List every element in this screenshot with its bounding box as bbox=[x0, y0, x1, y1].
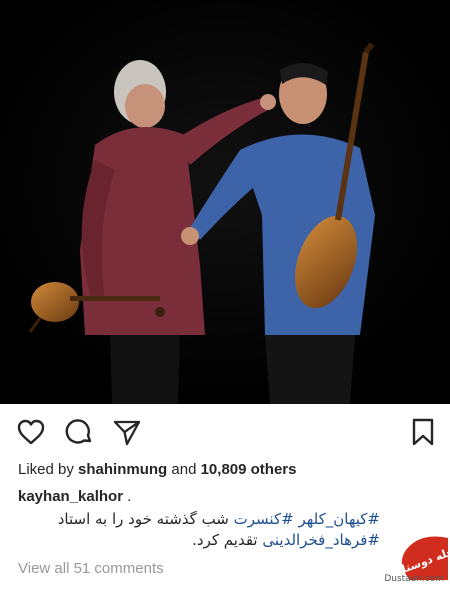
heart-icon[interactable] bbox=[16, 417, 46, 447]
view-comments-link[interactable]: View all 51 comments bbox=[18, 560, 164, 577]
caption-text-1: شب گذشته خود را به استاد bbox=[57, 510, 229, 528]
post-photo[interactable] bbox=[0, 0, 450, 404]
username-suffix: . bbox=[127, 488, 132, 505]
likes-summary[interactable]: Liked by shahinmung and 10,809 others bbox=[18, 461, 296, 478]
likes-prefix: Liked by bbox=[18, 461, 74, 478]
bookmark-icon[interactable] bbox=[408, 417, 438, 447]
hashtag-concert[interactable]: #کنسرت bbox=[234, 510, 294, 528]
site-watermark: مجله دوستان Dustaan.com bbox=[380, 520, 450, 588]
share-icon[interactable] bbox=[112, 417, 142, 447]
comment-icon[interactable] bbox=[64, 417, 94, 447]
caption-text-2: تقدیم کرد. bbox=[192, 531, 258, 549]
hashtag-kayhan-kalhor[interactable]: #کیهان_کلهر bbox=[298, 510, 380, 528]
post-author: kayhan_kalhor. bbox=[18, 488, 131, 505]
author-username[interactable]: kayhan_kalhor bbox=[18, 488, 123, 505]
likes-count[interactable]: 10,809 others bbox=[201, 461, 297, 478]
action-bar bbox=[0, 404, 450, 458]
liker-username[interactable]: shahinmung bbox=[78, 461, 167, 478]
watermark-site: Dustaan.com bbox=[384, 574, 444, 584]
hashtag-farhad-fakhreddini[interactable]: #فرهاد_فخرالدینی bbox=[262, 531, 380, 549]
post-caption: #کیهان_کلهر #کنسرت شب گذشته خود را به اس… bbox=[20, 509, 380, 551]
likes-connector: and bbox=[171, 461, 197, 478]
